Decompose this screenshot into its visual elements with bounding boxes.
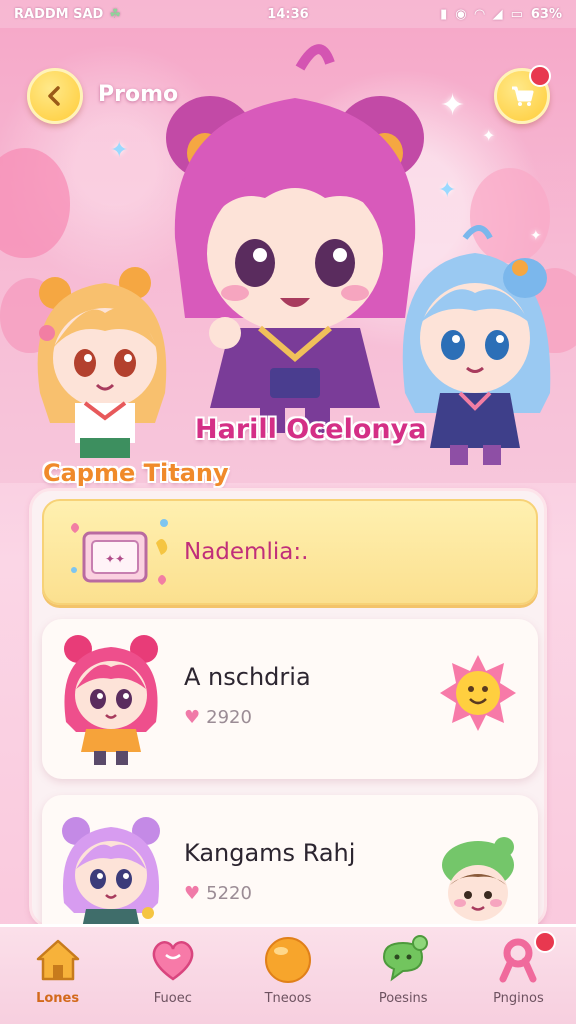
- svg-text:✦✦: ✦✦: [105, 552, 125, 566]
- balloon-decoration: [0, 148, 70, 258]
- nav-item-home[interactable]: Lones: [0, 927, 115, 1024]
- nav-label: Lones: [36, 991, 80, 1006]
- cell-signal-icon: ◢: [492, 6, 503, 22]
- wifi-icon: ◠: [474, 6, 485, 22]
- character-avatar: [64, 635, 158, 765]
- notification-badge: [534, 931, 557, 953]
- sparkle-icon: ✦: [440, 88, 466, 123]
- status-bar: RADDM SAD ☘ 14:36 ▮ ◉ ◠ ◢ ▭ 63%: [0, 0, 576, 28]
- hero-banner: ✦ ✦ ✦ ✦ ✦ ✦: [0, 28, 576, 487]
- promo-card[interactable]: ✦✦ Nademlia:.: [42, 499, 538, 605]
- promo-card-label: Nademlia:.: [184, 539, 309, 565]
- bottom-navigation: Lones Fuoec Tneoos Poesins Pnginos: [0, 924, 576, 1024]
- app-screen: RADDM SAD ☘ 14:36 ▮ ◉ ◠ ◢ ▭ 63% ✦ ✦ ✦ ✦ …: [0, 0, 576, 1024]
- nav-item-chat[interactable]: Poesins: [346, 927, 461, 1024]
- nav-item-orb[interactable]: Tneoos: [230, 927, 345, 1024]
- orb-icon: [265, 937, 311, 983]
- nav-label: Poesins: [378, 991, 428, 1006]
- signal-icon: ▮: [440, 6, 448, 22]
- nav-item-favorites[interactable]: Fuoec: [115, 927, 230, 1024]
- page-title: Promo: [98, 82, 179, 107]
- nav-label: Fuoec: [153, 991, 192, 1006]
- item-likes: ♥ 5220: [184, 883, 252, 904]
- heart-icon: [152, 941, 194, 981]
- character-avatar: [62, 817, 160, 933]
- cart-button[interactable]: [494, 65, 551, 124]
- likes-count: 5220: [206, 883, 252, 904]
- content-panel: ✦✦ Nademlia:. A nschdria ♥ 2920 Kangams …: [29, 488, 547, 955]
- gift-card-illustration: ✦✦: [71, 519, 168, 585]
- battery-level: 63%: [530, 6, 562, 22]
- nav-label: Pnginos: [493, 991, 544, 1006]
- left-character-illustration: [37, 267, 167, 458]
- sun-icon: [440, 655, 516, 731]
- item-likes: ♥ 2920: [184, 707, 252, 728]
- sparkle-icon: ✦: [482, 126, 496, 145]
- shopping-cart-icon: [512, 86, 534, 106]
- carrier-label: RADDM SAD: [14, 6, 104, 22]
- green-hat-character-icon: [442, 837, 514, 921]
- alarm-icon: ◉: [455, 6, 467, 22]
- main-character-name: Harill Ocelonya: [195, 414, 427, 445]
- item-title: A nschdria: [184, 663, 311, 691]
- list-item[interactable]: A nschdria ♥ 2920: [42, 619, 538, 779]
- back-button[interactable]: [27, 68, 83, 124]
- sparkle-icon: ✦: [438, 178, 457, 203]
- clock: 14:36: [267, 6, 309, 22]
- leaf-icon: ☘: [109, 6, 121, 22]
- sparkle-icon: ✦: [110, 138, 129, 163]
- battery-icon: ▭: [510, 6, 523, 22]
- home-icon: [36, 939, 79, 981]
- nav-item-ribbon[interactable]: Pnginos: [461, 927, 576, 1024]
- heart-icon: ♥: [184, 883, 201, 904]
- chat-icon: [383, 935, 429, 982]
- item-title: Kangams Rahj: [184, 839, 356, 867]
- side-character-name: Capme Titany: [43, 459, 229, 487]
- chevron-left-icon: [48, 86, 60, 106]
- notification-badge: [529, 65, 551, 87]
- likes-count: 2920: [206, 707, 252, 728]
- nav-label: Tneoos: [264, 991, 312, 1006]
- heart-icon: ♥: [184, 707, 201, 728]
